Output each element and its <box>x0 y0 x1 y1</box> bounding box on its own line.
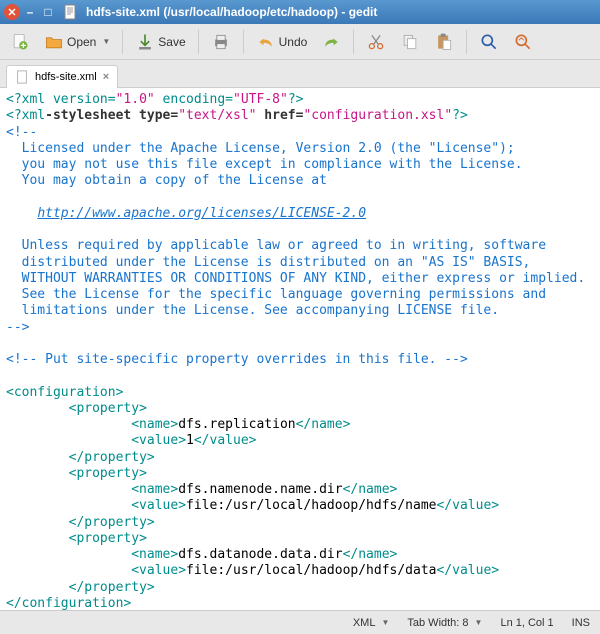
search-icon <box>479 32 499 52</box>
tab-label: hdfs-site.xml <box>35 71 97 83</box>
undo-button[interactable]: Undo <box>252 29 312 55</box>
window-minimize-button[interactable]: – <box>22 4 38 20</box>
redo-button[interactable] <box>317 29 345 55</box>
save-icon <box>135 32 155 52</box>
status-insert-mode: INS <box>572 617 590 629</box>
document-icon <box>15 70 29 84</box>
undo-icon <box>256 32 276 52</box>
replace-icon <box>513 32 533 52</box>
separator <box>243 30 244 54</box>
print-button[interactable] <box>207 29 235 55</box>
new-button[interactable] <box>6 29 34 55</box>
window-title: hdfs-site.xml (/usr/local/hadoop/etc/had… <box>86 5 377 19</box>
paste-icon <box>434 32 454 52</box>
save-button[interactable]: Save <box>131 29 189 55</box>
open-dropdown-icon[interactable]: ▼ <box>102 37 110 46</box>
window-maximize-button[interactable]: □ <box>40 4 56 20</box>
tab-close-button[interactable]: × <box>103 71 109 83</box>
redo-icon <box>321 32 341 52</box>
separator <box>466 30 467 54</box>
status-cursor-position: Ln 1, Col 1 <box>500 617 553 629</box>
paste-button[interactable] <box>430 29 458 55</box>
new-file-icon <box>10 32 30 52</box>
separator <box>122 30 123 54</box>
statusbar: XML▼ Tab Width: 8▼ Ln 1, Col 1 INS <box>0 610 600 634</box>
separator <box>353 30 354 54</box>
status-tabwidth[interactable]: Tab Width: 8▼ <box>407 617 482 629</box>
copy-icon <box>400 32 420 52</box>
copy-button[interactable] <box>396 29 424 55</box>
tab-hdfs-site[interactable]: hdfs-site.xml × <box>6 65 118 88</box>
cut-icon <box>366 32 386 52</box>
window-close-button[interactable] <box>4 4 20 20</box>
cut-button[interactable] <box>362 29 390 55</box>
tabbar: hdfs-site.xml × <box>0 60 600 88</box>
titlebar: – □ hdfs-site.xml (/usr/local/hadoop/etc… <box>0 0 600 24</box>
toolbar: Open▼ Save Undo <box>0 24 600 60</box>
document-icon <box>62 4 78 20</box>
open-icon <box>44 32 64 52</box>
separator <box>198 30 199 54</box>
replace-button[interactable] <box>509 29 537 55</box>
editor-area[interactable]: <?xml version="1.0" encoding="UTF-8"?> <… <box>0 88 600 610</box>
status-language[interactable]: XML▼ <box>353 617 390 629</box>
print-icon <box>211 32 231 52</box>
open-button[interactable]: Open▼ <box>40 29 114 55</box>
search-button[interactable] <box>475 29 503 55</box>
